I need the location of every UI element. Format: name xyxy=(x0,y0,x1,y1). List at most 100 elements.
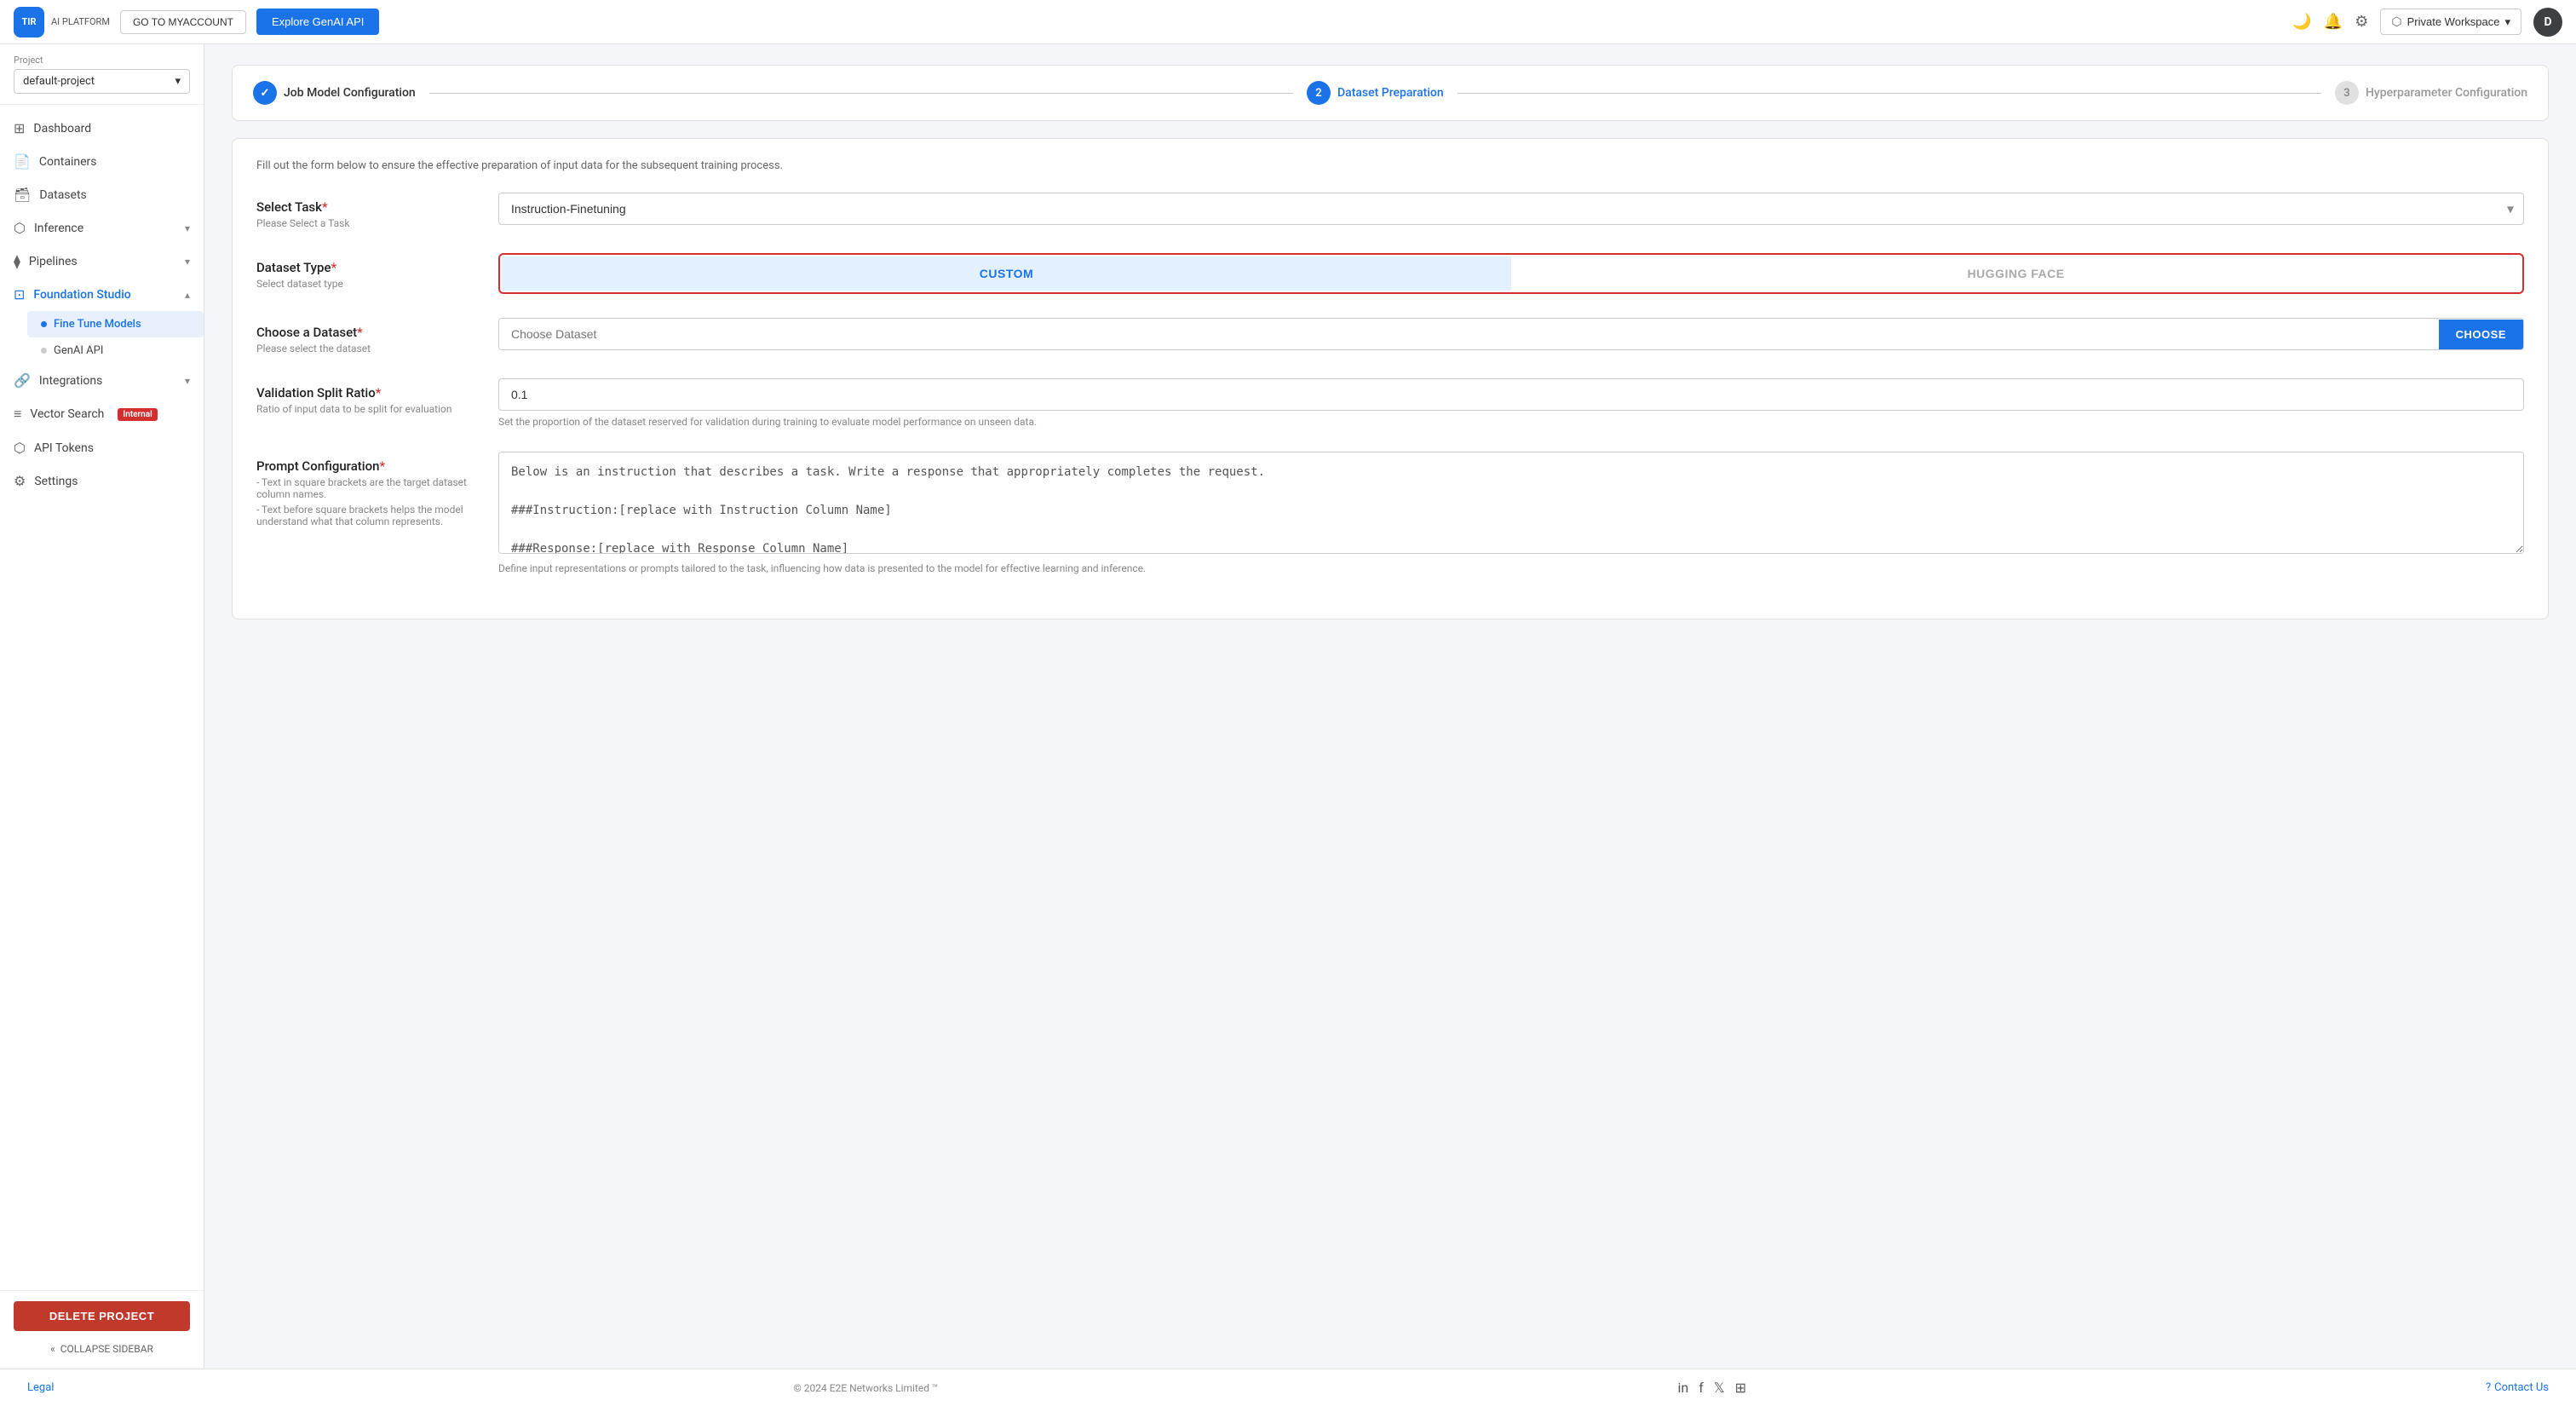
dataset-type-toggle: CUSTOM HUGGING FACE xyxy=(498,253,2524,294)
sidebar-item-label: Containers xyxy=(39,155,97,169)
prompt-config-sub-label-2: - Text before square brackets helps the … xyxy=(256,504,478,527)
choose-dataset-row: Choose a Dataset* Please select the data… xyxy=(256,318,2524,354)
sidebar-item-label: Settings xyxy=(34,475,78,488)
dataset-type-row: Dataset Type* Select dataset type CUSTOM… xyxy=(256,253,2524,294)
workspace-button[interactable]: ⬡ Private Workspace ▾ xyxy=(2380,9,2521,35)
workspace-label: Private Workspace xyxy=(2407,15,2500,28)
step1-label: Job Model Configuration xyxy=(284,86,416,100)
prompt-config-textarea[interactable]: Below is an instruction that describes a… xyxy=(498,452,2524,554)
project-select[interactable]: default-project ▾ xyxy=(14,69,190,94)
sidebar-item-pipelines[interactable]: ⧫ Pipelines ▾ xyxy=(0,245,204,278)
sidebar-item-dashboard[interactable]: ⊞ Dashboard xyxy=(0,112,204,145)
sidebar-subitem-genai-api[interactable]: GenAI API xyxy=(27,337,204,364)
sidebar-item-settings[interactable]: ⚙ Settings xyxy=(0,464,204,498)
select-task-label: Select Task* xyxy=(256,199,478,215)
sidebar-navigation: ⊞ Dashboard 📄 Containers 🗃 Datasets ⬡ In… xyxy=(0,105,204,1290)
prompt-config-row: Prompt Configuration* - Text in square b… xyxy=(256,452,2524,574)
step2-label: Dataset Preparation xyxy=(1337,86,1444,100)
sidebar-item-integrations[interactable]: 🔗 Integrations ▾ xyxy=(0,364,204,397)
project-label: Project xyxy=(14,55,190,66)
prompt-config-hint: Define input representations or prompts … xyxy=(498,562,2524,574)
logo-area: TIR AI PLATFORM xyxy=(14,7,110,37)
linkedin-icon[interactable]: in xyxy=(1677,1380,1688,1396)
stepper: ✓ Job Model Configuration 2 Dataset Prep… xyxy=(232,65,2549,121)
dataset-type-sub-label: Select dataset type xyxy=(256,278,478,290)
sidebar-item-label: Inference xyxy=(34,222,83,235)
required-indicator: * xyxy=(379,458,385,474)
subitem-label: GenAI API xyxy=(54,344,103,357)
dataset-type-label: Dataset Type* xyxy=(256,260,478,275)
sidebar-item-containers[interactable]: 📄 Containers xyxy=(0,145,204,178)
footer-legal-link[interactable]: Legal xyxy=(27,1381,54,1394)
choose-dataset-sub-label: Please select the dataset xyxy=(256,343,478,354)
workspace-icon: ⬡ xyxy=(2391,14,2401,29)
foundation-studio-subnav: Fine Tune Models GenAI API xyxy=(0,311,204,364)
sidebar-item-label: Dashboard xyxy=(33,122,91,135)
prompt-config-label-col: Prompt Configuration* - Text in square b… xyxy=(256,452,478,527)
chevron-down-icon: ▾ xyxy=(185,256,190,268)
choose-dataset-label-col: Choose a Dataset* Please select the data… xyxy=(256,318,478,354)
twitter-icon[interactable]: 𝕏 xyxy=(1714,1380,1725,1396)
prompt-config-sub-label-1: - Text in square brackets are the target… xyxy=(256,476,478,500)
validation-split-input[interactable] xyxy=(498,378,2524,411)
sidebar-item-vector-search[interactable]: ≡ Vector Search Internal xyxy=(0,397,204,431)
select-task-row: Select Task* Please Select a Task Instru… xyxy=(256,193,2524,229)
sidebar-project: Project default-project ▾ xyxy=(0,44,204,105)
choose-dataset-input[interactable] xyxy=(499,319,2439,349)
task-select[interactable]: Instruction-Finetuning xyxy=(498,193,2524,225)
dataset-type-custom-button[interactable]: CUSTOM xyxy=(502,256,1511,291)
sidebar-item-datasets[interactable]: 🗃 Datasets xyxy=(0,178,204,211)
contact-us-label: Contact Us xyxy=(2494,1381,2549,1394)
datasets-icon: 🗃 xyxy=(14,187,31,203)
dataset-type-field: CUSTOM HUGGING FACE xyxy=(498,253,2524,294)
choose-dataset-label: Choose a Dataset* xyxy=(256,325,478,340)
delete-project-button[interactable]: DELETE PROJECT xyxy=(14,1301,190,1331)
validation-split-field: Set the proportion of the dataset reserv… xyxy=(498,378,2524,428)
required-indicator: * xyxy=(322,199,328,215)
moon-icon[interactable]: 🌙 xyxy=(2292,13,2311,31)
choose-dataset-button[interactable]: CHOOSE xyxy=(2439,320,2523,349)
collapse-sidebar-button[interactable]: « COLLAPSE SIDEBAR xyxy=(14,1340,190,1358)
validation-split-sub-label: Ratio of input data to be split for eval… xyxy=(256,403,478,415)
facebook-icon[interactable]: f xyxy=(1699,1380,1704,1396)
step2-circle: 2 xyxy=(1307,81,1331,105)
sidebar-subitem-fine-tune-models[interactable]: Fine Tune Models xyxy=(27,311,204,337)
chevron-up-icon: ▴ xyxy=(185,289,190,301)
gear-icon[interactable]: ⚙ xyxy=(2355,13,2368,31)
footer-social: in f 𝕏 ⊞ xyxy=(1677,1380,1746,1396)
sidebar-bottom: DELETE PROJECT « COLLAPSE SIDEBAR xyxy=(0,1290,204,1369)
sidebar-item-api-tokens[interactable]: ⬡ API Tokens xyxy=(0,431,204,464)
inference-icon: ⬡ xyxy=(14,220,26,236)
sidebar-item-label: Integrations xyxy=(39,374,102,388)
inactive-dot-icon xyxy=(41,348,47,354)
integrations-icon: 🔗 xyxy=(14,372,31,389)
sidebar-item-label: API Tokens xyxy=(34,441,94,455)
select-task-field: Instruction-Finetuning ▾ xyxy=(498,193,2524,225)
explore-genai-button[interactable]: Explore GenAI API xyxy=(256,9,379,35)
sidebar-item-foundation-studio[interactable]: ⊡ Foundation Studio ▴ xyxy=(0,278,204,311)
containers-icon: 📄 xyxy=(14,153,31,170)
collapse-label: COLLAPSE SIDEBAR xyxy=(60,1343,153,1355)
bell-icon[interactable]: 🔔 xyxy=(2324,13,2343,31)
chevron-down-icon: ▾ xyxy=(185,375,190,387)
sidebar-item-label: Foundation Studio xyxy=(33,288,130,302)
sidebar-item-label: Datasets xyxy=(39,188,86,202)
main-content: ✓ Job Model Configuration 2 Dataset Prep… xyxy=(204,44,2576,1369)
sidebar-item-label: Pipelines xyxy=(29,255,78,268)
select-task-label-col: Select Task* Please Select a Task xyxy=(256,193,478,229)
sidebar-item-inference[interactable]: ⬡ Inference ▾ xyxy=(0,211,204,245)
footer: Legal © 2024 E2E Networks Limited ™ in f… xyxy=(0,1369,2576,1406)
myaccount-button[interactable]: GO TO MYACCOUNT xyxy=(120,10,246,34)
step-divider-1 xyxy=(429,93,1293,94)
contact-us-link[interactable]: ? Contact Us xyxy=(2486,1381,2549,1394)
navbar-right: 🌙 🔔 ⚙ ⬡ Private Workspace ▾ D xyxy=(2292,8,2562,37)
chevron-down-icon: ▾ xyxy=(185,222,190,234)
avatar[interactable]: D xyxy=(2533,8,2562,37)
logo-sub-text: AI PLATFORM xyxy=(51,16,110,27)
dataset-type-huggingface-button[interactable]: HUGGING FACE xyxy=(1511,256,2521,291)
form-description: Fill out the form below to ensure the ef… xyxy=(256,159,2524,172)
settings-icon: ⚙ xyxy=(14,473,26,489)
foundation-studio-icon: ⊡ xyxy=(14,286,25,303)
subitem-label: Fine Tune Models xyxy=(54,318,141,331)
rss-icon[interactable]: ⊞ xyxy=(1735,1380,1746,1396)
